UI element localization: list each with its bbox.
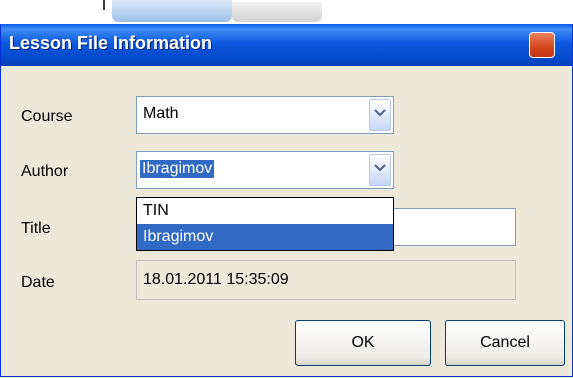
background-tab-2 xyxy=(232,2,322,22)
date-field: 18.01.2011 15:35:09 xyxy=(136,260,516,300)
author-label: Author xyxy=(21,163,69,180)
author-dropdown-list: TIN Ibragimov xyxy=(136,197,394,251)
course-dropdown-button[interactable] xyxy=(369,99,391,131)
background-tab xyxy=(112,0,232,22)
author-option-tin[interactable]: TIN xyxy=(137,198,393,224)
date-value: 18.01.2011 15:35:09 xyxy=(143,271,289,288)
course-label: Course xyxy=(21,108,73,125)
chevron-down-icon xyxy=(374,164,386,172)
ok-button[interactable]: OK xyxy=(295,320,431,366)
author-dropdown-button[interactable] xyxy=(369,154,391,186)
background-mark xyxy=(103,0,105,10)
title-bar[interactable]: Lesson File Information xyxy=(1,24,572,66)
date-label: Date xyxy=(21,274,55,291)
chevron-down-icon xyxy=(374,109,386,117)
author-option-ibragimov[interactable]: Ibragimov xyxy=(137,224,393,250)
title-label: Title xyxy=(21,220,51,237)
course-value: Math xyxy=(143,105,179,122)
course-select[interactable]: Math xyxy=(136,96,394,134)
cancel-button[interactable]: Cancel xyxy=(445,320,565,366)
dialog-title: Lesson File Information xyxy=(9,33,213,53)
background-window-strip xyxy=(0,0,573,24)
lesson-file-info-dialog: Lesson File Information Course Math Auth… xyxy=(0,24,573,377)
author-select[interactable]: Ibragimov xyxy=(136,151,394,189)
author-value: Ibragimov xyxy=(140,160,215,178)
close-button[interactable] xyxy=(529,32,555,58)
